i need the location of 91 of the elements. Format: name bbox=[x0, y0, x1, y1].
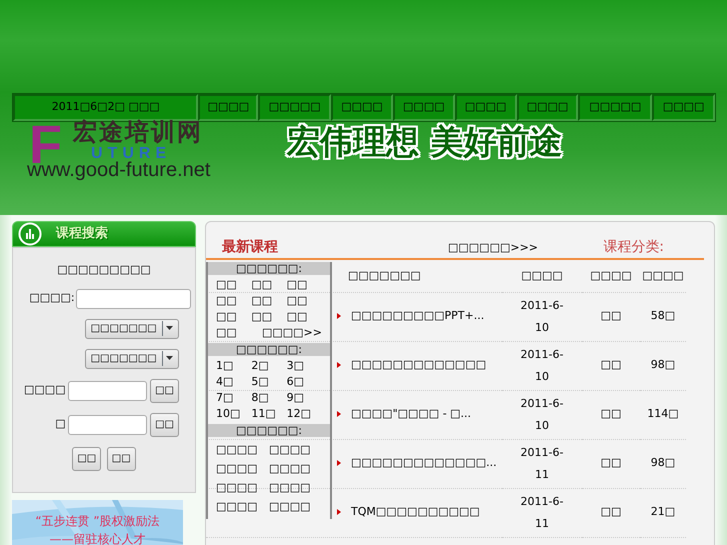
column-header: □□□□ bbox=[502, 260, 582, 292]
category-header: □□□□□□: bbox=[208, 424, 330, 437]
category-link[interactable]: 6□ bbox=[286, 374, 322, 390]
date-text: 2011-6-10 bbox=[520, 298, 564, 336]
slogan-text: 宏伟理想 美好前途 bbox=[287, 124, 562, 160]
course-link[interactable]: □□□□□□□□□□□□□ bbox=[351, 358, 486, 372]
pick-button[interactable]: □□ bbox=[150, 378, 179, 402]
category-link[interactable]: □□ bbox=[286, 293, 322, 309]
category-link[interactable]: □□ bbox=[251, 309, 287, 325]
category-link[interactable]: 1□ bbox=[216, 358, 252, 374]
category-link[interactable]: 10□ bbox=[216, 406, 252, 422]
category-link[interactable]: □□□□ bbox=[269, 498, 322, 515]
form-button[interactable]: □□ bbox=[72, 446, 102, 470]
category-link[interactable]: □□□□ bbox=[216, 441, 269, 458]
section-title: 课程分类: bbox=[603, 238, 664, 257]
field-label: □□□□ bbox=[24, 382, 66, 398]
category-link[interactable]: □□ bbox=[216, 309, 252, 325]
column-header: □□□□ bbox=[640, 260, 686, 292]
course-link[interactable]: □□□□□□□□□PPT+... bbox=[351, 309, 484, 322]
nav-link[interactable]: □□□□ bbox=[392, 94, 455, 121]
category-link[interactable]: 3□ bbox=[286, 358, 322, 374]
category-link[interactable]: □□ bbox=[286, 277, 322, 293]
date-text: 2011-6-11 bbox=[520, 494, 564, 532]
table-cell: 21□ bbox=[640, 488, 686, 537]
form-button[interactable]: □□ bbox=[106, 446, 136, 470]
more-link[interactable]: □□□□>> bbox=[251, 325, 322, 341]
pick-button[interactable]: □□ bbox=[150, 412, 179, 436]
course-link[interactable]: □□□□"□□□□ - □... bbox=[351, 407, 472, 420]
nav-link[interactable]: □□□□ bbox=[331, 94, 393, 121]
category-link[interactable]: □□□□ bbox=[216, 479, 269, 496]
field-label: □ bbox=[55, 416, 66, 432]
category-link[interactable]: □□ bbox=[216, 293, 252, 309]
category-link[interactable]: □□□□ bbox=[216, 498, 269, 515]
table-cell: □□ bbox=[582, 488, 640, 537]
course-link[interactable]: □□□□□□□□□□□□□... bbox=[351, 456, 497, 470]
caret-icon bbox=[166, 356, 173, 360]
category-link[interactable]: 5□ bbox=[251, 374, 287, 390]
category-link[interactable]: 4□ bbox=[216, 374, 252, 390]
category-header: □□□□□□: bbox=[208, 343, 330, 356]
date-text: 2011-6-10 bbox=[520, 396, 564, 434]
logo-wordmark: UTURE bbox=[91, 146, 172, 162]
column-header: □□□□ bbox=[582, 260, 640, 292]
category-link[interactable]: □□ bbox=[216, 325, 252, 341]
category-select[interactable]: □□□□□□□ bbox=[84, 318, 179, 338]
panel-title: 课程搜索 bbox=[56, 224, 108, 244]
category-link[interactable]: □□ bbox=[251, 293, 287, 309]
category-header: □□□□□□: bbox=[208, 262, 330, 275]
category-link[interactable]: 2□ bbox=[251, 358, 287, 374]
nav-link[interactable]: □□□□□ bbox=[578, 94, 652, 121]
table-cell: 114□ bbox=[640, 390, 686, 439]
date-text: 2011-6-11 bbox=[520, 444, 564, 482]
category-select[interactable]: □□□□□□□ bbox=[84, 348, 179, 368]
date-field[interactable] bbox=[68, 414, 148, 434]
table-cell: 98□ bbox=[640, 439, 686, 488]
table-cell: □□ bbox=[582, 390, 640, 439]
nav-link[interactable]: □□□□ bbox=[198, 94, 258, 121]
category-link[interactable]: □□□□ bbox=[269, 460, 322, 477]
category-link[interactable]: □□ bbox=[251, 277, 287, 293]
category-link[interactable]: 11□ bbox=[251, 406, 287, 422]
nav-link[interactable]: □□□□□ bbox=[258, 94, 332, 121]
logo-url: www.good-future.net bbox=[27, 160, 210, 180]
keyword-field[interactable] bbox=[76, 288, 191, 308]
category-link[interactable]: □□ bbox=[216, 277, 252, 293]
ad-text: ——留驻核心人才 bbox=[48, 531, 146, 545]
table-cell: 58□ bbox=[640, 292, 686, 341]
nav-link[interactable]: □□□□ bbox=[652, 94, 716, 121]
table-cell: □□ bbox=[582, 341, 640, 390]
section-title: 最新课程 bbox=[222, 238, 278, 257]
category-link[interactable]: □□□□ bbox=[269, 479, 322, 496]
more-link[interactable]: □□□□□□>>> bbox=[448, 240, 538, 256]
category-link[interactable]: 8□ bbox=[251, 390, 287, 406]
course-link[interactable]: TQM□□□□□□□□□□ bbox=[351, 505, 480, 518]
category-link[interactable]: 9□ bbox=[286, 390, 322, 406]
date-field[interactable] bbox=[68, 380, 148, 400]
search-heading: □□□□□□□□□ bbox=[57, 262, 151, 278]
ad-text: “五步连贯 ”股权激励法 bbox=[34, 513, 161, 530]
field-label: □□□□: bbox=[29, 290, 75, 306]
table-cell: 98□ bbox=[640, 341, 686, 390]
nav-link[interactable]: □□□□ bbox=[516, 94, 578, 121]
caret-icon bbox=[166, 326, 173, 330]
category-link[interactable]: □□□□ bbox=[269, 441, 322, 458]
table-cell: □□ bbox=[582, 292, 640, 341]
table-cell: □□ bbox=[582, 439, 640, 488]
category-link[interactable]: 7□ bbox=[216, 390, 252, 406]
category-link[interactable]: □□ bbox=[286, 309, 322, 325]
logo-name: 宏途培训网 bbox=[73, 120, 203, 144]
category-link[interactable]: 12□ bbox=[286, 406, 322, 422]
chart-icon bbox=[18, 222, 42, 246]
nav-link[interactable]: □□□□ bbox=[454, 94, 517, 121]
date-text: 2011-6-10 bbox=[520, 346, 564, 384]
category-link[interactable]: □□□□ bbox=[216, 460, 269, 477]
